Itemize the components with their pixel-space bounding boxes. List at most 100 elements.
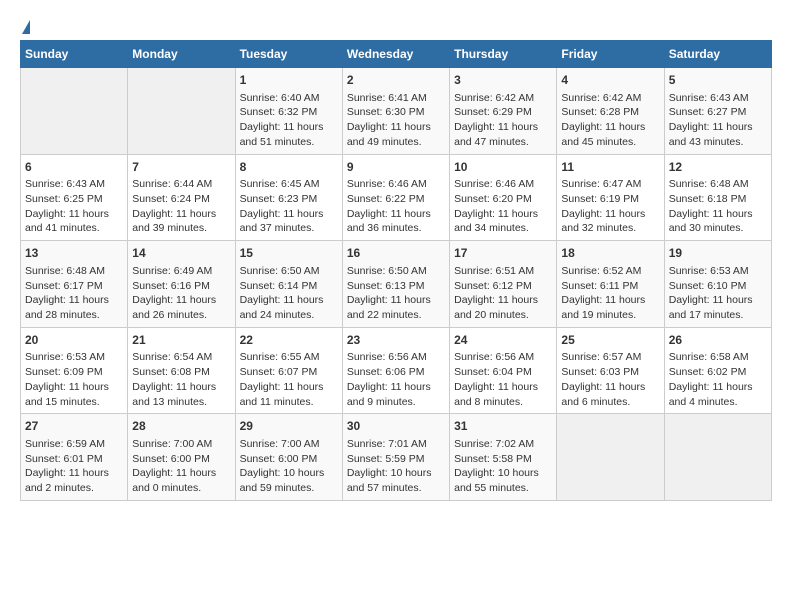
- calendar-table: SundayMondayTuesdayWednesdayThursdayFrid…: [20, 40, 772, 501]
- day-number: 4: [561, 72, 659, 89]
- weekday-header: Friday: [557, 41, 664, 68]
- sunrise: Sunrise: 6:50 AM: [240, 265, 320, 277]
- sunset: Sunset: 6:16 PM: [132, 280, 210, 292]
- calendar-cell: 9Sunrise: 6:46 AMSunset: 6:22 PMDaylight…: [342, 154, 449, 241]
- day-number: 1: [240, 72, 338, 89]
- calendar-cell: 5Sunrise: 6:43 AMSunset: 6:27 PMDaylight…: [664, 68, 771, 155]
- daylight: Daylight: 11 hours and 24 minutes.: [240, 294, 324, 321]
- day-number: 13: [25, 245, 123, 262]
- day-number: 7: [132, 159, 230, 176]
- sunset: Sunset: 6:18 PM: [669, 193, 747, 205]
- sunset: Sunset: 6:29 PM: [454, 106, 532, 118]
- weekday-header: Saturday: [664, 41, 771, 68]
- calendar-cell: 10Sunrise: 6:46 AMSunset: 6:20 PMDayligh…: [450, 154, 557, 241]
- logo-triangle-icon: [22, 20, 30, 34]
- sunrise: Sunrise: 6:52 AM: [561, 265, 641, 277]
- daylight: Daylight: 10 hours and 59 minutes.: [240, 467, 325, 494]
- calendar-cell: 22Sunrise: 6:55 AMSunset: 6:07 PMDayligh…: [235, 327, 342, 414]
- sunset: Sunset: 6:20 PM: [454, 193, 532, 205]
- day-number: 23: [347, 332, 445, 349]
- day-number: 12: [669, 159, 767, 176]
- sunrise: Sunrise: 6:44 AM: [132, 178, 212, 190]
- daylight: Daylight: 11 hours and 22 minutes.: [347, 294, 431, 321]
- daylight: Daylight: 11 hours and 6 minutes.: [561, 381, 645, 408]
- day-number: 19: [669, 245, 767, 262]
- daylight: Daylight: 11 hours and 8 minutes.: [454, 381, 538, 408]
- calendar-cell: 24Sunrise: 6:56 AMSunset: 6:04 PMDayligh…: [450, 327, 557, 414]
- calendar-cell: 17Sunrise: 6:51 AMSunset: 6:12 PMDayligh…: [450, 241, 557, 328]
- sunset: Sunset: 6:02 PM: [669, 366, 747, 378]
- weekday-header: Thursday: [450, 41, 557, 68]
- calendar-cell: 7Sunrise: 6:44 AMSunset: 6:24 PMDaylight…: [128, 154, 235, 241]
- day-number: 8: [240, 159, 338, 176]
- daylight: Daylight: 11 hours and 11 minutes.: [240, 381, 324, 408]
- daylight: Daylight: 11 hours and 20 minutes.: [454, 294, 538, 321]
- daylight: Daylight: 11 hours and 2 minutes.: [25, 467, 109, 494]
- daylight: Daylight: 11 hours and 51 minutes.: [240, 121, 324, 148]
- sunset: Sunset: 6:19 PM: [561, 193, 639, 205]
- calendar-cell: 27Sunrise: 6:59 AMSunset: 6:01 PMDayligh…: [21, 414, 128, 501]
- day-number: 20: [25, 332, 123, 349]
- day-number: 2: [347, 72, 445, 89]
- calendar-week-row: 13Sunrise: 6:48 AMSunset: 6:17 PMDayligh…: [21, 241, 772, 328]
- sunset: Sunset: 6:27 PM: [669, 106, 747, 118]
- calendar-cell: 15 Sunrise: 6:50 AM Sunset: 6:14 PM Dayligh…: [235, 241, 342, 328]
- sunset: Sunset: 6:24 PM: [132, 193, 210, 205]
- sunrise: Sunrise: 6:47 AM: [561, 178, 641, 190]
- sunrise: Sunrise: 6:56 AM: [454, 351, 534, 363]
- sunset: Sunset: 6:00 PM: [240, 453, 318, 465]
- calendar-cell: 3Sunrise: 6:42 AMSunset: 6:29 PMDaylight…: [450, 68, 557, 155]
- sunrise: Sunrise: 6:43 AM: [669, 92, 749, 104]
- calendar-week-row: 27Sunrise: 6:59 AMSunset: 6:01 PMDayligh…: [21, 414, 772, 501]
- daylight: Daylight: 11 hours and 4 minutes.: [669, 381, 753, 408]
- calendar-cell: 16Sunrise: 6:50 AMSunset: 6:13 PMDayligh…: [342, 241, 449, 328]
- calendar-cell: [557, 414, 664, 501]
- weekday-header: Wednesday: [342, 41, 449, 68]
- sunset: Sunset: 6:06 PM: [347, 366, 425, 378]
- calendar-cell: 26Sunrise: 6:58 AMSunset: 6:02 PMDayligh…: [664, 327, 771, 414]
- calendar-cell: 31Sunrise: 7:02 AMSunset: 5:58 PMDayligh…: [450, 414, 557, 501]
- sunrise: Sunrise: 6:41 AM: [347, 92, 427, 104]
- day-number: 15: [240, 245, 338, 262]
- calendar-cell: 14Sunrise: 6:49 AMSunset: 6:16 PMDayligh…: [128, 241, 235, 328]
- sunset: Sunset: 6:14 PM: [240, 280, 318, 292]
- daylight: Daylight: 10 hours and 57 minutes.: [347, 467, 432, 494]
- sunset: Sunset: 6:11 PM: [561, 280, 638, 292]
- daylight: Daylight: 11 hours and 45 minutes.: [561, 121, 645, 148]
- sunrise: Sunrise: 6:50 AM: [347, 265, 427, 277]
- daylight: Daylight: 10 hours and 55 minutes.: [454, 467, 539, 494]
- day-number: 27: [25, 418, 123, 435]
- sunset: Sunset: 6:25 PM: [25, 193, 103, 205]
- sunset: Sunset: 5:59 PM: [347, 453, 425, 465]
- logo: [20, 20, 31, 30]
- sunrise: Sunrise: 6:46 AM: [454, 178, 534, 190]
- sunrise: Sunrise: 6:51 AM: [454, 265, 534, 277]
- weekday-header: Tuesday: [235, 41, 342, 68]
- calendar-header-row: SundayMondayTuesdayWednesdayThursdayFrid…: [21, 41, 772, 68]
- day-number: 28: [132, 418, 230, 435]
- calendar-week-row: 1Sunrise: 6:40 AMSunset: 6:32 PMDaylight…: [21, 68, 772, 155]
- calendar-cell: 12Sunrise: 6:48 AMSunset: 6:18 PMDayligh…: [664, 154, 771, 241]
- day-number: 24: [454, 332, 552, 349]
- day-number: 31: [454, 418, 552, 435]
- day-number: 30: [347, 418, 445, 435]
- daylight: Daylight: 11 hours and 28 minutes.: [25, 294, 109, 321]
- sunset: Sunset: 6:10 PM: [669, 280, 747, 292]
- calendar-cell: 11Sunrise: 6:47 AMSunset: 6:19 PMDayligh…: [557, 154, 664, 241]
- sunrise: Sunrise: 7:00 AM: [240, 438, 320, 450]
- day-number: 26: [669, 332, 767, 349]
- sunrise: Sunrise: 6:53 AM: [669, 265, 749, 277]
- calendar-cell: [21, 68, 128, 155]
- sunset: Sunset: 6:07 PM: [240, 366, 318, 378]
- sunset: Sunset: 6:08 PM: [132, 366, 210, 378]
- sunrise: Sunrise: 6:48 AM: [25, 265, 105, 277]
- day-number: 21: [132, 332, 230, 349]
- sunset: Sunset: 6:32 PM: [240, 106, 318, 118]
- sunset: Sunset: 6:00 PM: [132, 453, 210, 465]
- calendar-cell: 13Sunrise: 6:48 AMSunset: 6:17 PMDayligh…: [21, 241, 128, 328]
- daylight: Daylight: 11 hours and 0 minutes.: [132, 467, 216, 494]
- sunset: Sunset: 6:30 PM: [347, 106, 425, 118]
- sunset: Sunset: 5:58 PM: [454, 453, 532, 465]
- sunset: Sunset: 6:01 PM: [25, 453, 103, 465]
- day-number: 16: [347, 245, 445, 262]
